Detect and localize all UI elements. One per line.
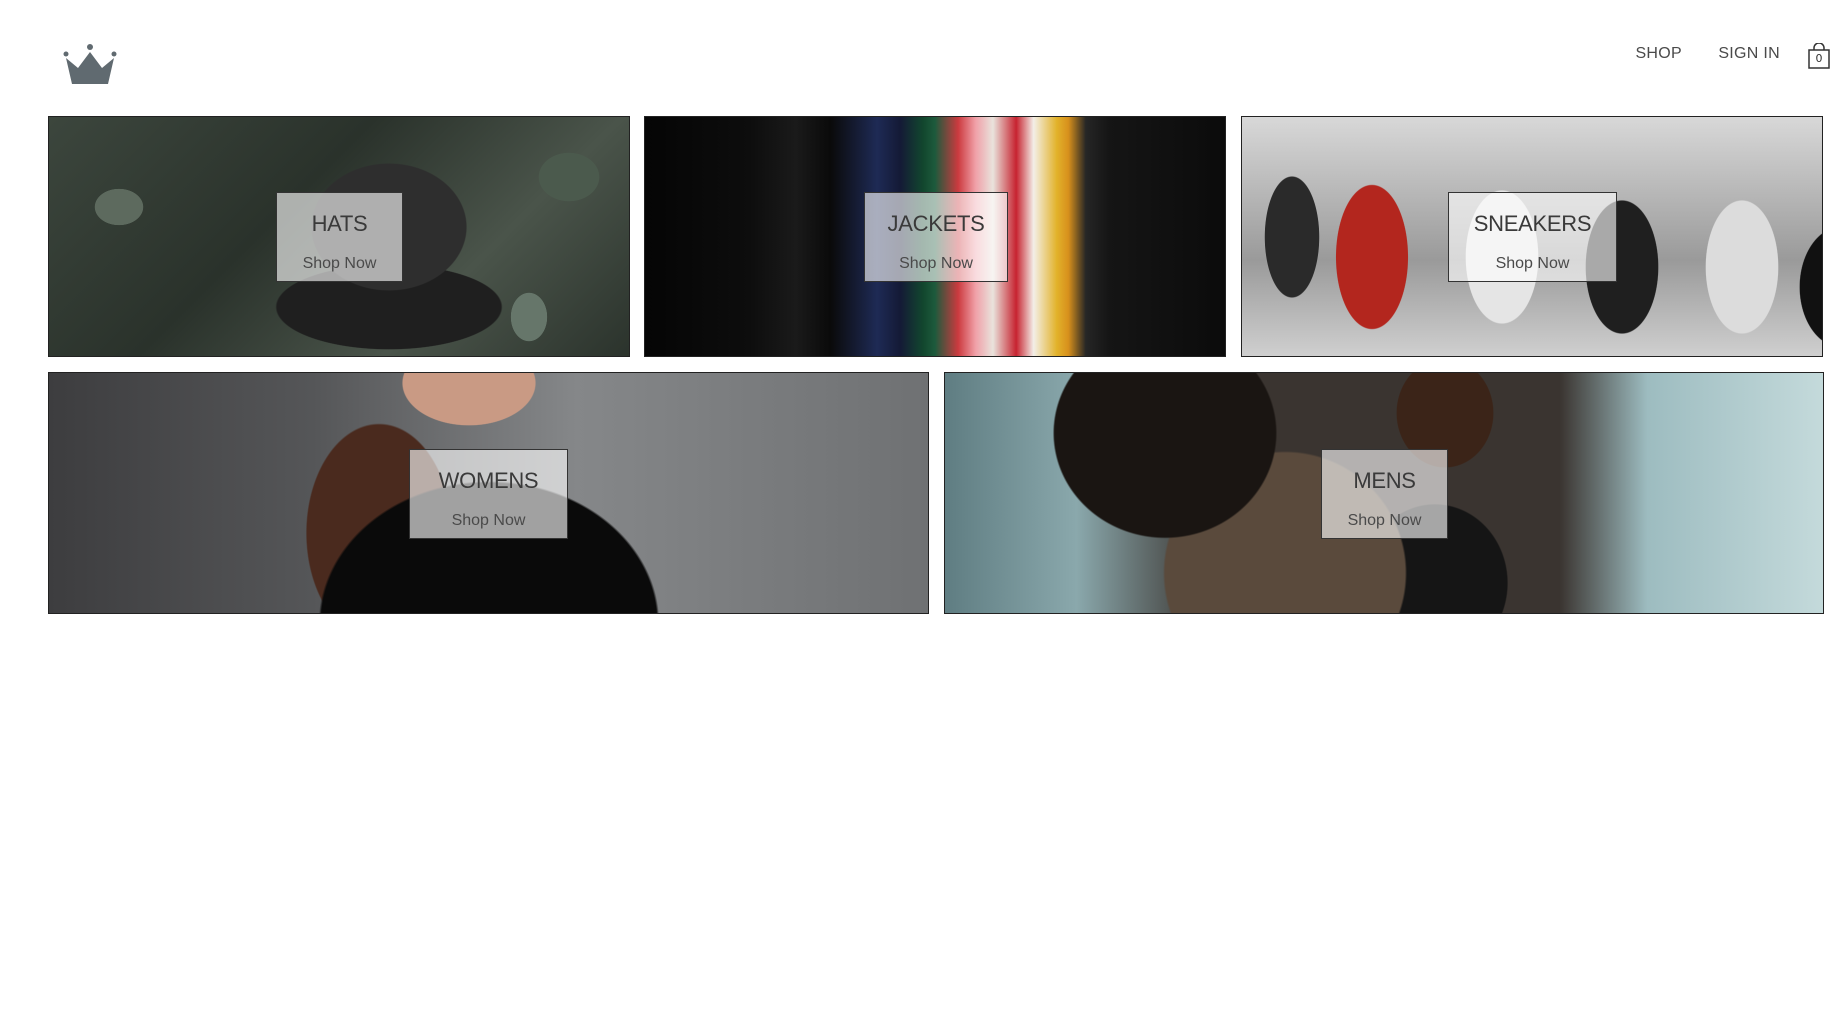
category-title: SNEAKERS xyxy=(1473,211,1592,236)
shopping-bag-icon[interactable]: 0 xyxy=(1807,42,1831,69)
category-tile-jackets[interactable]: JACKETS Shop Now xyxy=(644,116,1226,357)
shop-now-link[interactable]: Shop Now xyxy=(865,255,1007,273)
shop-now-link[interactable]: Shop Now xyxy=(277,255,402,273)
category-title: MENS xyxy=(1353,468,1416,493)
nav-sign-in-link[interactable]: SIGN IN xyxy=(1718,45,1780,63)
category-tile-mens[interactable]: MENS Shop Now xyxy=(944,372,1824,614)
cart-count: 0 xyxy=(1815,52,1823,65)
mens-label-box[interactable]: MENS Shop Now xyxy=(1321,449,1448,539)
category-title: JACKETS xyxy=(887,211,985,236)
category-tile-womens[interactable]: WOMENS Shop Now xyxy=(48,372,929,614)
crown-logo-icon[interactable] xyxy=(63,44,117,86)
womens-label-box[interactable]: WOMENS Shop Now xyxy=(409,449,568,539)
category-tile-sneakers[interactable]: SNEAKERS Shop Now xyxy=(1241,116,1823,357)
category-title: HATS xyxy=(311,211,368,236)
shop-now-link[interactable]: Shop Now xyxy=(1322,512,1447,530)
site-header: SHOP SIGN IN 0 xyxy=(0,0,1841,116)
category-title: WOMENS xyxy=(438,468,539,493)
shop-now-link[interactable]: Shop Now xyxy=(1449,255,1616,273)
nav-shop-link[interactable]: SHOP xyxy=(1635,45,1682,63)
jackets-label-box[interactable]: JACKETS Shop Now xyxy=(864,192,1008,282)
sneakers-label-box[interactable]: SNEAKERS Shop Now xyxy=(1448,192,1617,282)
hats-label-box[interactable]: HATS Shop Now xyxy=(276,192,403,282)
shop-now-link[interactable]: Shop Now xyxy=(410,512,567,530)
category-tile-hats[interactable]: HATS Shop Now xyxy=(48,116,630,357)
